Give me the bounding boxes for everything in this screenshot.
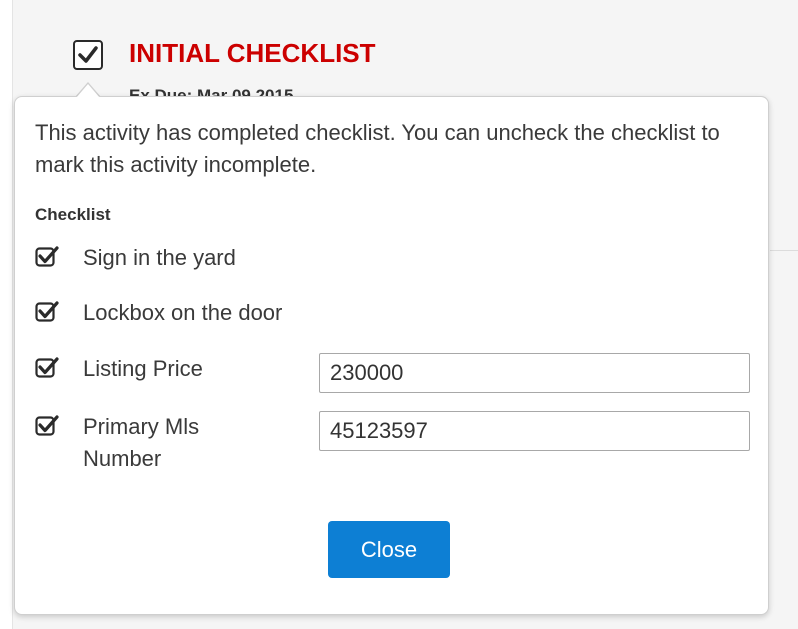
- checklist-item-label: Sign in the yard: [83, 245, 236, 270]
- checkbox-checked-icon[interactable]: [35, 300, 59, 324]
- popover-arrow-fill: [76, 84, 100, 98]
- close-button[interactable]: Close: [328, 521, 450, 578]
- panel-divider: [770, 250, 798, 251]
- checkbox-checked-icon[interactable]: [35, 414, 59, 438]
- checkbox-checked-icon[interactable]: [35, 356, 59, 380]
- checklist-item-label: Lockbox on the door: [83, 300, 283, 325]
- activity-title[interactable]: INITIAL CHECKLIST: [129, 38, 376, 69]
- activity-complete-checkbox[interactable]: [73, 40, 103, 70]
- checklist-heading: Checklist: [35, 205, 111, 224]
- popover-message: This activity has completed checklist. Y…: [35, 120, 720, 177]
- checklist-popover: This activity has completed checklist. Y…: [14, 96, 769, 615]
- checklist-item-label: Primary Mls Number: [83, 414, 200, 471]
- checkmark-icon: [78, 46, 98, 63]
- checklist-item-label: Listing Price: [83, 356, 203, 381]
- primary-mls-number-input[interactable]: [319, 411, 750, 451]
- checkbox-checked-icon[interactable]: [35, 245, 59, 269]
- listing-price-input[interactable]: [319, 353, 750, 393]
